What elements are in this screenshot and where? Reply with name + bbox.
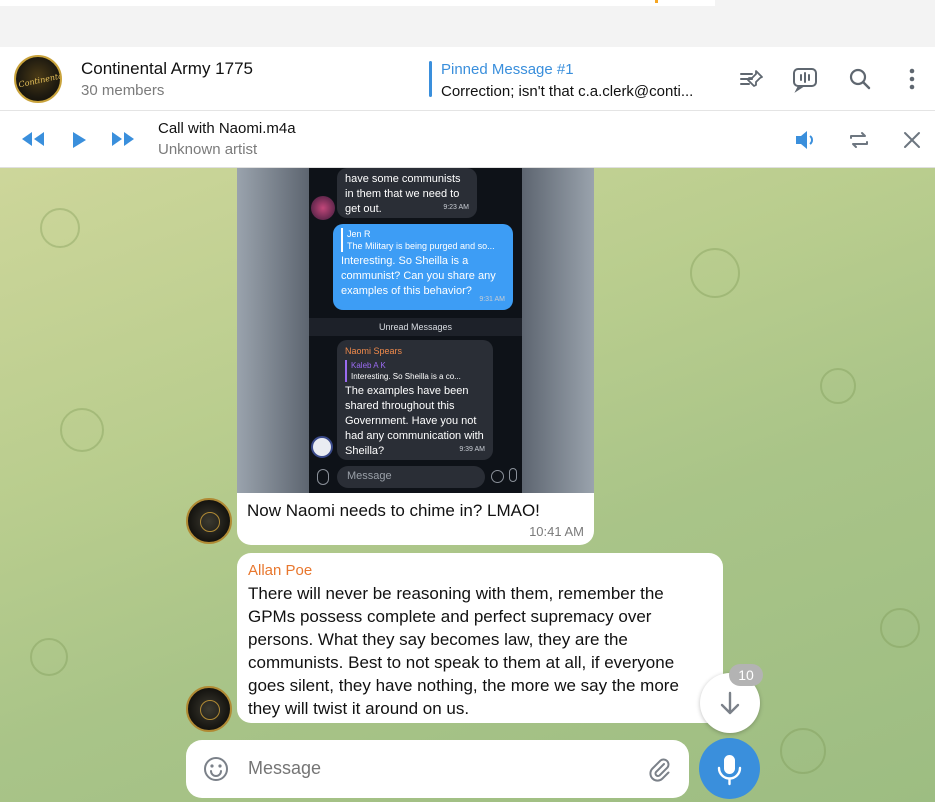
screenshot-quote: Kaleb A K Interesting. So Sheilla is a c… bbox=[345, 360, 485, 382]
chat-area: have some communists in them that we nee… bbox=[0, 168, 935, 802]
indicator-dot bbox=[655, 0, 658, 3]
message-time: 10:41 AM bbox=[529, 524, 584, 539]
screenshot-content: have some communists in them that we nee… bbox=[309, 168, 522, 493]
close-icon[interactable] bbox=[900, 128, 924, 157]
shared-screenshot[interactable]: have some communists in them that we nee… bbox=[237, 168, 594, 493]
more-vertical-icon[interactable] bbox=[898, 65, 926, 93]
unread-badge: 10 bbox=[729, 664, 763, 686]
screenshot-message: Jen R The Military is being purged and s… bbox=[333, 224, 513, 310]
wallpaper-doodle bbox=[60, 408, 104, 452]
message-input[interactable] bbox=[248, 758, 628, 779]
wallpaper-doodle bbox=[30, 638, 68, 676]
sender-avatar[interactable] bbox=[186, 686, 232, 732]
screenshot-edge bbox=[522, 168, 594, 493]
screenshot-message: Naomi Spears Kaleb A K Interesting. So S… bbox=[337, 340, 493, 460]
chat-avatar[interactable]: Continental Army bbox=[14, 55, 62, 103]
screenshot-avatar bbox=[311, 196, 335, 220]
repeat-icon[interactable] bbox=[846, 128, 872, 157]
pinned-title[interactable]: Pinned Message #1 bbox=[441, 61, 574, 78]
screenshot-timer-icon bbox=[491, 470, 504, 483]
chat-avatar-text: Continental Army bbox=[17, 66, 62, 90]
screenshot-mic-icon bbox=[509, 468, 517, 482]
pinned-indicator bbox=[429, 61, 432, 97]
message-bubble[interactable]: Now Naomi needs to chime in? LMAO! 10:41… bbox=[237, 493, 594, 545]
screenshot-message: have some communists in them that we nee… bbox=[337, 168, 477, 218]
wallpaper-doodle bbox=[40, 208, 80, 248]
message-text: Now Naomi needs to chime in? LMAO! bbox=[247, 501, 540, 520]
member-count: 30 members bbox=[81, 82, 165, 99]
wallpaper-doodle bbox=[880, 608, 920, 648]
message-bubble[interactable]: Allan Poe There will never be reasoning … bbox=[237, 553, 723, 723]
video-chat-icon[interactable] bbox=[791, 65, 819, 93]
telegram-window: Continental Army Continental Army 1775 3… bbox=[0, 0, 935, 802]
volume-icon[interactable] bbox=[793, 128, 819, 157]
search-icon[interactable] bbox=[846, 65, 874, 93]
wallpaper-doodle bbox=[690, 248, 740, 298]
microphone-icon bbox=[717, 755, 742, 786]
fast-forward-icon[interactable] bbox=[110, 130, 136, 153]
track-artist: Unknown artist bbox=[158, 141, 258, 158]
wallpaper-doodle bbox=[780, 728, 826, 774]
pinned-list-icon[interactable] bbox=[738, 65, 766, 93]
message-composer bbox=[186, 740, 689, 798]
screenshot-reply: Jen R The Military is being purged and s… bbox=[341, 228, 505, 252]
attach-icon[interactable] bbox=[646, 756, 672, 787]
screenshot-sender: Naomi Spears bbox=[345, 346, 403, 356]
sender-avatar[interactable] bbox=[186, 498, 232, 544]
screenshot-quote-text: Interesting. So Sheilla is a co... bbox=[351, 372, 461, 381]
wallpaper-doodle bbox=[820, 368, 856, 404]
screenshot-quote-name: Kaleb A K bbox=[351, 361, 386, 370]
screenshot-reply-text: The Military is being purged and so... bbox=[347, 241, 495, 251]
pinned-text[interactable]: Correction; isn't that c.a.clerk@conti..… bbox=[441, 83, 711, 100]
screenshot-input: Message bbox=[337, 466, 485, 488]
screenshot-time: 9:31 AM bbox=[479, 296, 505, 303]
top-strip-bar bbox=[0, 0, 715, 6]
screenshot-attach-icon bbox=[317, 469, 329, 485]
track-title[interactable]: Call with Naomi.m4a bbox=[158, 120, 296, 137]
rewind-icon[interactable] bbox=[20, 130, 46, 153]
screenshot-time: 9:23 AM bbox=[443, 204, 469, 211]
screenshot-reply-name: Jen R bbox=[347, 229, 371, 239]
play-icon[interactable] bbox=[70, 130, 88, 155]
audio-player: Call with Naomi.m4a Unknown artist bbox=[0, 111, 935, 279]
chat-header: Continental Army Continental Army 1775 3… bbox=[0, 47, 935, 111]
emoji-icon[interactable] bbox=[203, 756, 229, 787]
screenshot-avatar bbox=[311, 436, 333, 458]
screenshot-message-text: Interesting. So Sheilla is a communist? … bbox=[341, 255, 496, 297]
screenshot-time: 9:39 AM bbox=[459, 446, 485, 453]
message-text: There will never be reasoning with them,… bbox=[248, 584, 679, 718]
record-voice-button[interactable] bbox=[699, 738, 760, 799]
screenshot-edge bbox=[237, 168, 309, 493]
top-strip bbox=[0, 0, 935, 47]
chat-title[interactable]: Continental Army 1775 bbox=[81, 59, 253, 79]
sender-name[interactable]: Allan Poe bbox=[248, 562, 312, 579]
screenshot-unread-separator: Unread Messages bbox=[309, 318, 522, 336]
